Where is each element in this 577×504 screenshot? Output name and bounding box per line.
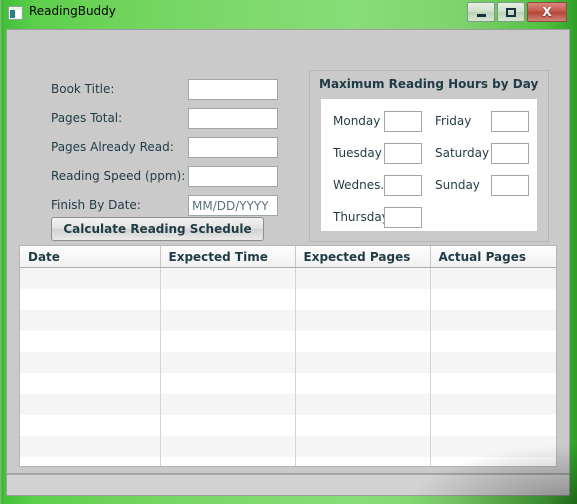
- table-cell-actual-pages[interactable]: [430, 310, 556, 331]
- app-window-icon: [8, 6, 23, 20]
- friday-hours-input[interactable]: [491, 111, 529, 132]
- pages-total-label: Pages Total:: [51, 111, 123, 125]
- thursday-hours-input[interactable]: [384, 207, 422, 228]
- table-cell-expected-pages[interactable]: [295, 373, 431, 394]
- tuesday-label: Tuesday: [333, 146, 382, 160]
- table-header-row: Date Expected Time Expected Pages Actual…: [20, 246, 556, 268]
- table-cell-actual-pages[interactable]: [430, 289, 556, 310]
- table-row[interactable]: [20, 267, 556, 289]
- minimize-button[interactable]: [467, 2, 495, 22]
- table-cell-actual-pages[interactable]: [430, 457, 556, 466]
- table-cell-expected-pages[interactable]: [295, 394, 431, 415]
- table-cell-expected-pages[interactable]: [295, 415, 431, 436]
- table-cell-expected-pages[interactable]: [295, 331, 431, 352]
- minimize-icon: [468, 3, 494, 21]
- column-header-expected-time[interactable]: Expected Time: [160, 246, 296, 268]
- wednesday-label: Wednes.: [333, 178, 385, 192]
- table-cell-date[interactable]: [20, 436, 161, 457]
- client-area: Book Title: Pages Total: Pages Already R…: [6, 29, 570, 496]
- table-cell-expected-time[interactable]: [160, 267, 296, 289]
- book-title-label: Book Title:: [51, 82, 115, 96]
- window-title: ReadingBuddy: [29, 4, 116, 18]
- table-row[interactable]: [20, 373, 556, 394]
- title-bar[interactable]: ReadingBuddy X: [0, 0, 577, 26]
- table-cell-date[interactable]: [20, 373, 161, 394]
- reading-speed-input[interactable]: [188, 166, 278, 187]
- table-row[interactable]: [20, 394, 556, 415]
- table-cell-date[interactable]: [20, 267, 161, 289]
- content-panel: Book Title: Pages Total: Pages Already R…: [7, 30, 569, 474]
- pages-total-input[interactable]: [188, 108, 278, 129]
- close-icon: X: [542, 5, 552, 19]
- table-cell-expected-time[interactable]: [160, 352, 296, 373]
- wednesday-hours-input[interactable]: [384, 175, 422, 196]
- table-cell-actual-pages[interactable]: [430, 415, 556, 436]
- table-cell-expected-pages[interactable]: [295, 352, 431, 373]
- friday-label: Friday: [435, 114, 472, 128]
- max-reading-hours-panel: Monday Tuesday Wednes. Thursday Friday S…: [320, 98, 538, 232]
- table-cell-expected-time[interactable]: [160, 436, 296, 457]
- table-cell-date[interactable]: [20, 289, 161, 310]
- saturday-hours-input[interactable]: [491, 143, 529, 164]
- calculate-reading-schedule-button[interactable]: Calculate Reading Schedule: [51, 217, 264, 241]
- table-cell-date[interactable]: [20, 415, 161, 436]
- table-row[interactable]: [20, 352, 556, 373]
- window-frame-left-edge: [0, 0, 3, 504]
- table-row[interactable]: [20, 289, 556, 310]
- monday-hours-input[interactable]: [384, 111, 422, 132]
- table-row[interactable]: [20, 457, 556, 466]
- table-cell-date[interactable]: [20, 352, 161, 373]
- table-cell-actual-pages[interactable]: [430, 352, 556, 373]
- table-cell-expected-time[interactable]: [160, 289, 296, 310]
- sunday-label: Sunday: [435, 178, 480, 192]
- table-cell-expected-pages[interactable]: [295, 267, 431, 289]
- table-row[interactable]: [20, 310, 556, 331]
- table-cell-date[interactable]: [20, 394, 161, 415]
- close-button[interactable]: X: [527, 2, 567, 22]
- maximize-button[interactable]: [497, 2, 525, 22]
- table-cell-actual-pages[interactable]: [430, 267, 556, 289]
- column-header-actual-pages[interactable]: Actual Pages: [430, 246, 556, 268]
- table-cell-expected-time[interactable]: [160, 394, 296, 415]
- table-cell-expected-time[interactable]: [160, 331, 296, 352]
- sunday-hours-input[interactable]: [491, 175, 529, 196]
- book-title-input[interactable]: [188, 79, 278, 100]
- table-cell-actual-pages[interactable]: [430, 331, 556, 352]
- maximize-icon: [498, 3, 524, 21]
- table-cell-expected-time[interactable]: [160, 457, 296, 466]
- table-row[interactable]: [20, 436, 556, 457]
- table-cell-expected-pages[interactable]: [295, 457, 431, 466]
- reading-speed-label: Reading Speed (ppm):: [51, 169, 186, 183]
- table-cell-expected-pages[interactable]: [295, 436, 431, 457]
- table-body: [20, 267, 556, 466]
- reading-schedule-table[interactable]: Date Expected Time Expected Pages Actual…: [19, 245, 557, 467]
- table-cell-date[interactable]: [20, 310, 161, 331]
- table-cell-expected-time[interactable]: [160, 415, 296, 436]
- finish-by-date-input[interactable]: [188, 195, 278, 216]
- status-bar: [7, 474, 569, 495]
- column-header-date[interactable]: Date: [20, 246, 161, 268]
- table-cell-expected-time[interactable]: [160, 373, 296, 394]
- thursday-label: Thursday: [333, 210, 389, 224]
- monday-label: Monday: [333, 114, 381, 128]
- saturday-label: Saturday: [435, 146, 490, 160]
- table-cell-expected-pages[interactable]: [295, 289, 431, 310]
- application-window: ReadingBuddy X Book Title: Pages Total: …: [0, 0, 577, 504]
- finish-by-date-label: Finish By Date:: [51, 198, 141, 212]
- table-cell-actual-pages[interactable]: [430, 436, 556, 457]
- tuesday-hours-input[interactable]: [384, 143, 422, 164]
- max-reading-hours-title: Maximum Reading Hours by Day: [319, 77, 539, 91]
- table-cell-actual-pages[interactable]: [430, 394, 556, 415]
- table-row[interactable]: [20, 331, 556, 352]
- table-cell-actual-pages[interactable]: [430, 373, 556, 394]
- table-cell-expected-time[interactable]: [160, 310, 296, 331]
- table-cell-date[interactable]: [20, 331, 161, 352]
- table-cell-date[interactable]: [20, 457, 161, 466]
- table-cell-expected-pages[interactable]: [295, 310, 431, 331]
- column-header-expected-pages[interactable]: Expected Pages: [295, 246, 431, 268]
- table-row[interactable]: [20, 415, 556, 436]
- pages-already-read-label: Pages Already Read:: [51, 140, 174, 154]
- pages-already-read-input[interactable]: [188, 137, 278, 158]
